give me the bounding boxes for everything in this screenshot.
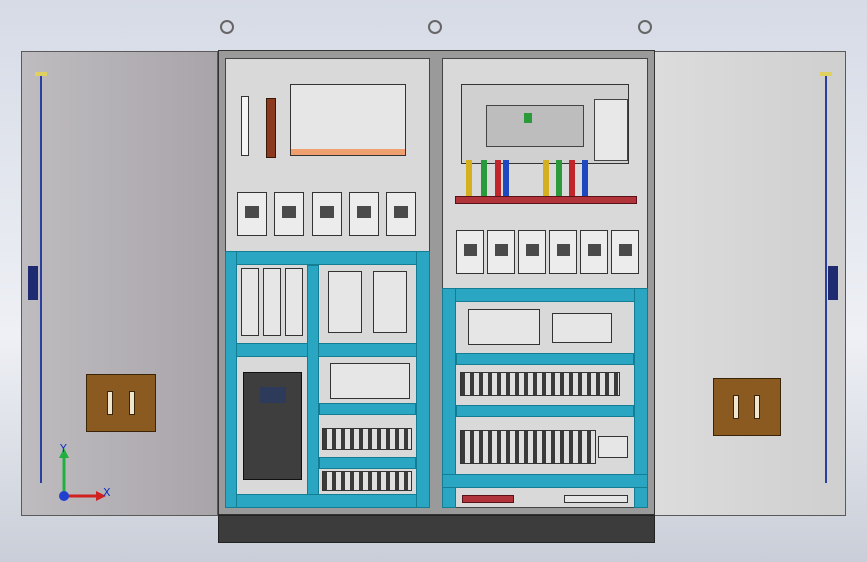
ground-bar [462, 495, 514, 503]
circuit-breaker [274, 192, 304, 236]
power-supply-unit [373, 271, 407, 333]
cabinet-plinth [218, 515, 655, 543]
wire-l3 [495, 160, 501, 196]
wire-l2 [481, 160, 487, 196]
io-module [330, 363, 410, 399]
relay-module [598, 436, 628, 458]
wire-neutral [582, 160, 588, 196]
terminal-block-row [460, 372, 620, 396]
io-module [468, 309, 540, 345]
right-door-latch [828, 266, 838, 300]
terminal-block-row [322, 428, 412, 450]
wire-l3 [569, 160, 575, 196]
right-door-handle [713, 378, 781, 436]
plc-display-module [594, 99, 628, 161]
power-supply-unit [328, 271, 362, 333]
wire-duct-horizontal [319, 457, 416, 469]
plc-controller [461, 84, 629, 164]
circuit-breaker [237, 192, 267, 236]
wire-neutral [503, 160, 509, 196]
x-axis-label: X [103, 486, 111, 499]
wire-l1 [543, 160, 549, 196]
wire-duct-horizontal [225, 343, 430, 357]
wire-duct-vertical [225, 251, 237, 508]
wire-duct-vertical [307, 265, 319, 495]
contactor [580, 230, 608, 274]
wire-duct-horizontal [225, 494, 430, 508]
fuse-holder [263, 268, 281, 336]
contactor [611, 230, 639, 274]
lifting-eye-icon [220, 20, 234, 34]
main-disconnect-switch [290, 84, 406, 156]
wire-l2 [556, 160, 562, 196]
lifting-eye-icon [428, 20, 442, 34]
left-rod-top-cap [35, 72, 47, 76]
relay-bank [460, 430, 596, 464]
din-terminal-strip [564, 495, 628, 503]
wire-duct-horizontal [442, 288, 648, 302]
wire-duct-horizontal [225, 251, 430, 265]
din-terminal-strip [241, 96, 249, 156]
wire-l1 [466, 160, 472, 196]
right-rod-top-cap [820, 72, 832, 76]
left-door-latch-rod [40, 75, 42, 483]
wire-duct-vertical [416, 251, 430, 508]
z-axis-marker [59, 491, 69, 501]
left-door-handle [86, 374, 156, 432]
contactor [456, 230, 484, 274]
ground-bar [266, 98, 276, 158]
left-door-latch [28, 266, 38, 300]
circuit-breaker [386, 192, 416, 236]
wire-duct-horizontal [319, 403, 416, 415]
variable-frequency-drive [243, 372, 302, 480]
circuit-breaker [349, 192, 379, 236]
vfd-display [260, 387, 286, 403]
fuse-holder [241, 268, 259, 336]
fuse-holder [285, 268, 303, 336]
wire-duct-horizontal [456, 405, 634, 417]
wire-duct-horizontal [456, 353, 634, 365]
contactor [487, 230, 515, 274]
right-door [654, 51, 846, 516]
busbar [455, 196, 637, 204]
relay-module [552, 313, 612, 343]
contactor [549, 230, 577, 274]
circuit-breaker [312, 192, 342, 236]
contactor [518, 230, 546, 274]
y-axis-label: Y [60, 442, 67, 455]
terminal-block-row [322, 471, 412, 491]
right-door-latch-rod [825, 75, 827, 483]
lifting-eye-icon [638, 20, 652, 34]
wire-duct-horizontal [442, 474, 648, 488]
cad-viewport[interactable]: Y X [0, 0, 867, 562]
plc-status-led [524, 113, 532, 123]
